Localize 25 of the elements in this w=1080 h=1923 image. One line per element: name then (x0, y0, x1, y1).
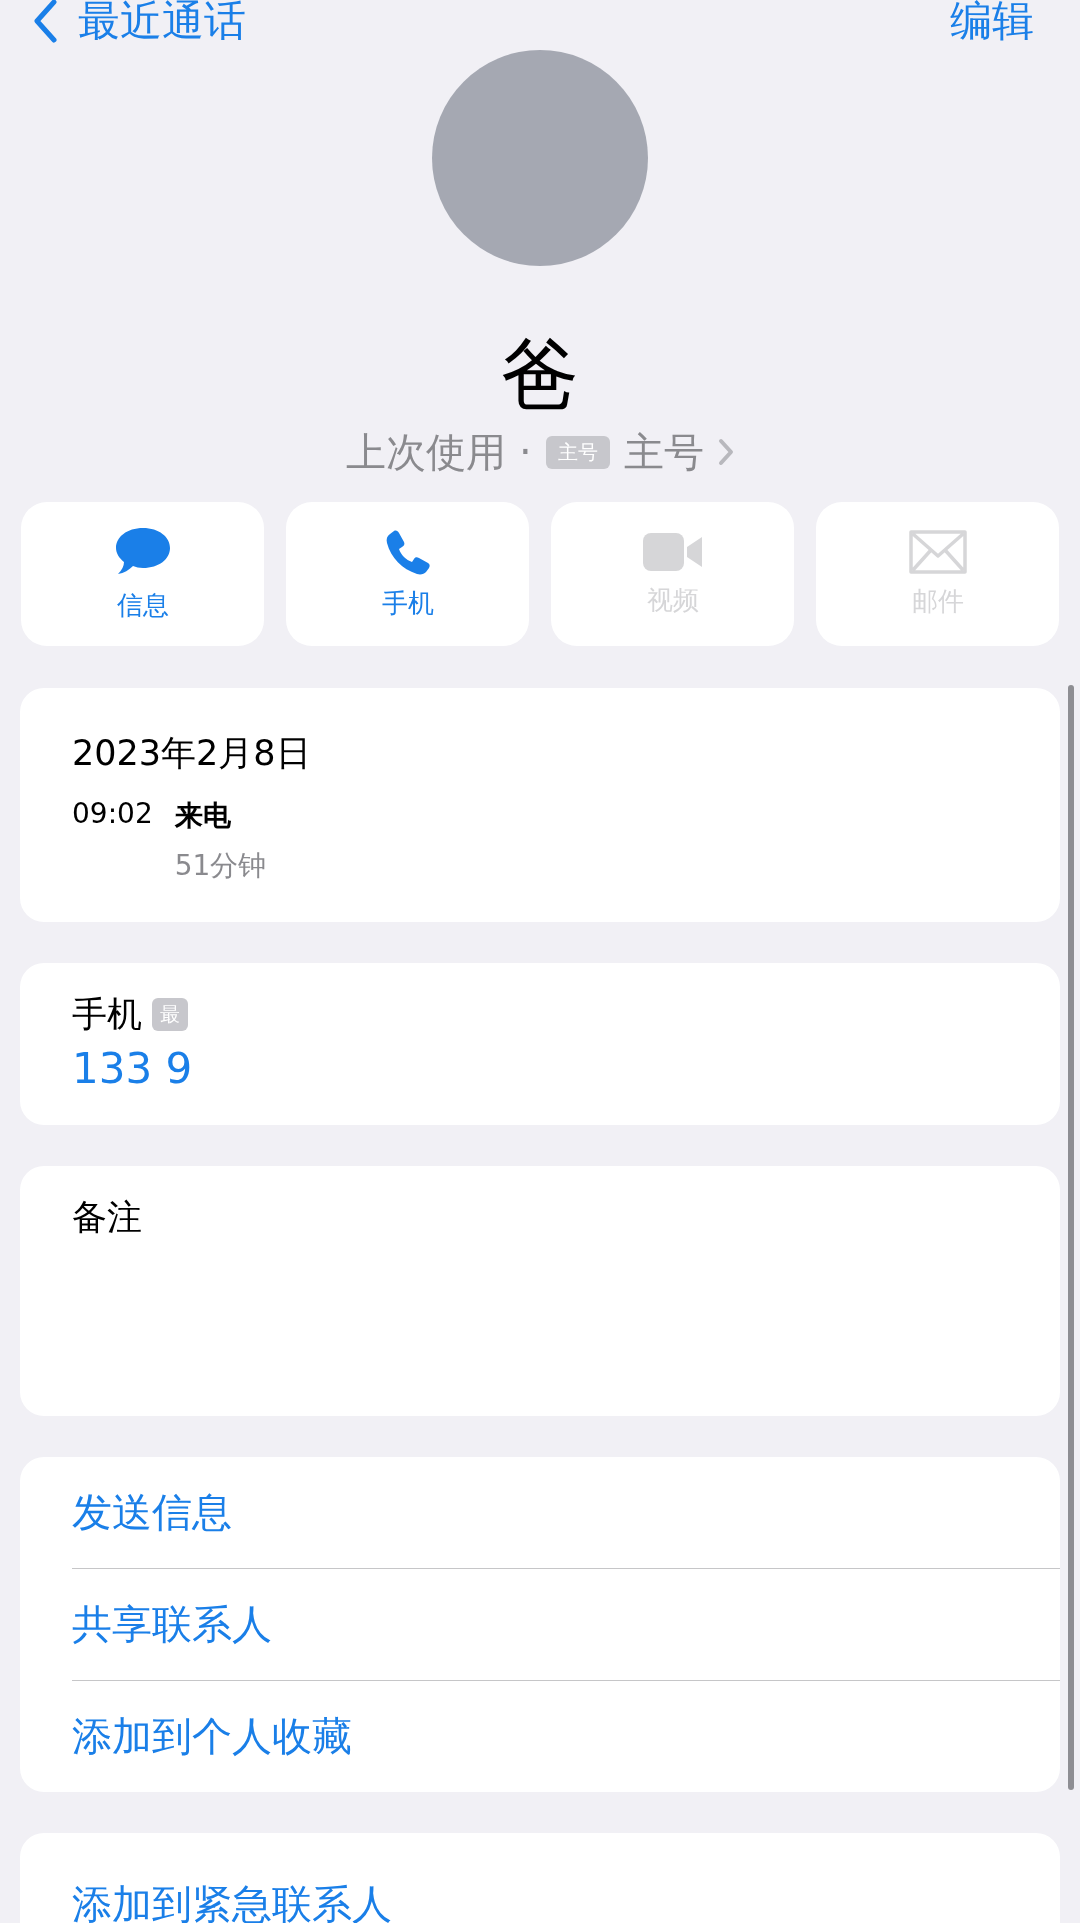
last-used-line[interactable]: 主号 (623, 424, 704, 480)
call-date: 2023年2月8日 (72, 732, 312, 775)
last-used-label: 上次使用 · (346, 427, 532, 477)
edit-button[interactable]: 编辑 (950, 0, 1034, 49)
action-button[interactable]: 手机 (286, 502, 529, 646)
option-link[interactable]: 共享联系人 (72, 1569, 1060, 1681)
notes-card[interactable]: 备注 (20, 1166, 1060, 1416)
phone-label: 手机 (72, 993, 142, 1036)
recent-tag: 最 (152, 998, 188, 1031)
scrollbar[interactable] (1068, 685, 1074, 1790)
line-tag: 主号 (545, 435, 610, 469)
back-button[interactable]: 最近通话 (32, 0, 246, 49)
back-chevron-icon (32, 0, 58, 43)
envelope-icon (908, 529, 967, 574)
action-button[interactable]: 信息 (21, 502, 264, 646)
notes-label: 备注 (72, 1197, 142, 1237)
phone-number[interactable]: 133 9 (72, 1044, 193, 1093)
call-duration: 51分钟 (174, 848, 267, 884)
chevron-right-icon[interactable] (717, 438, 734, 466)
call-time: 09:02 (72, 797, 153, 832)
contact-name: 爸 (500, 328, 580, 421)
option-link[interactable]: 发送信息 (72, 1457, 1060, 1569)
option-link[interactable]: 添加到个人收藏 (72, 1681, 1060, 1792)
call-type: 来电 (174, 798, 232, 834)
video-camera-icon (641, 530, 704, 573)
